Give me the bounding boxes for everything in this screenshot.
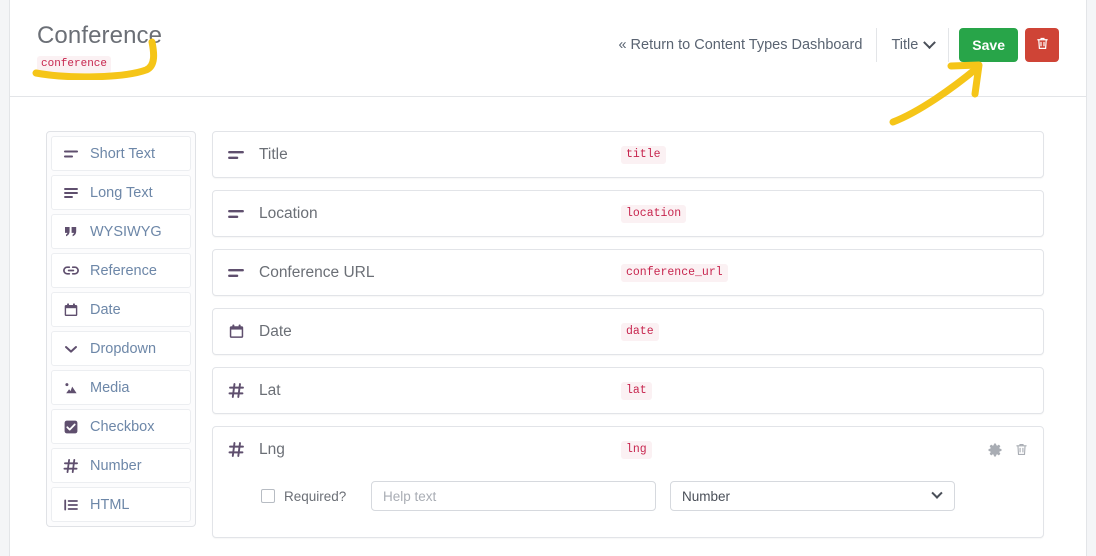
- sidebar-item-label: HTML: [90, 496, 130, 513]
- sidebar-item-label: Short Text: [90, 145, 156, 162]
- field-type-select-value: Number: [682, 488, 731, 504]
- help-text-input[interactable]: [371, 481, 656, 511]
- sidebar-item-label: Number: [90, 457, 142, 474]
- trash-icon[interactable]: [1014, 442, 1029, 457]
- short-text-icon: [227, 205, 245, 223]
- link-icon: [63, 263, 79, 279]
- list-icon: [63, 497, 79, 513]
- calendar-icon: [63, 302, 79, 318]
- calendar-icon: [227, 323, 245, 341]
- hash-icon: [63, 458, 79, 474]
- field-label: Date: [259, 322, 292, 340]
- hash-icon: [227, 382, 245, 400]
- chevron-down-icon: [923, 35, 937, 49]
- required-checkbox-wrap[interactable]: Required?: [227, 489, 371, 504]
- image-icon: [63, 380, 79, 396]
- field-header: Title title: [213, 132, 1043, 177]
- sidebar-item-date[interactable]: Date: [51, 292, 191, 327]
- gear-icon[interactable]: [987, 442, 1003, 458]
- sidebar-item-label: Media: [90, 379, 130, 396]
- field-row-lng[interactable]: Lng lng Required? Help text Number: [212, 426, 1044, 538]
- field-row-title[interactable]: Title title: [212, 131, 1044, 178]
- chevron-down-icon: [931, 487, 943, 499]
- sidebar-item-media[interactable]: Media: [51, 370, 191, 405]
- field-list: Title title Location location Conference…: [212, 131, 1044, 550]
- save-button[interactable]: Save: [959, 28, 1018, 62]
- field-header: Lat lat: [213, 368, 1043, 413]
- sidebar-item-html[interactable]: HTML: [51, 487, 191, 522]
- field-row-location[interactable]: Location location: [212, 190, 1044, 237]
- field-slug-badge: lng: [621, 440, 652, 459]
- sidebar-item-long-text[interactable]: Long Text: [51, 175, 191, 210]
- sidebar-item-label: Checkbox: [90, 418, 155, 435]
- field-label: Lng: [259, 440, 285, 458]
- delete-content-type-button[interactable]: [1025, 28, 1059, 62]
- sidebar-item-reference[interactable]: Reference: [51, 253, 191, 288]
- field-header: Conference URL conference_url: [213, 250, 1043, 295]
- field-label: Lat: [259, 381, 281, 399]
- screenshot-root: Conference conference « Return to Conten…: [0, 0, 1096, 556]
- sidebar-item-short-text[interactable]: Short Text: [51, 136, 191, 171]
- sidebar-item-label: Long Text: [90, 184, 153, 201]
- sidebar-item-dropdown[interactable]: Dropdown: [51, 331, 191, 366]
- sidebar-item-label: WYSIWYG: [90, 223, 162, 240]
- sidebar-item-label: Date: [90, 301, 121, 318]
- field-label: Location: [259, 204, 318, 222]
- field-slug-badge: date: [621, 322, 659, 341]
- short-text-icon: [63, 146, 79, 162]
- hash-icon: [227, 441, 245, 459]
- required-checkbox[interactable]: [261, 489, 275, 503]
- field-type-palette: Short Text Long Text WYSIWYG Reference D…: [46, 131, 196, 527]
- checkbox-icon: [63, 419, 79, 435]
- chevron-down-icon: [63, 341, 79, 357]
- editor-body: Short Text Long Text WYSIWYG Reference D…: [10, 97, 1086, 556]
- sidebar-item-label: Dropdown: [90, 340, 157, 357]
- field-header: Date date: [213, 309, 1043, 354]
- title-field-dropdown-label: Title: [891, 37, 919, 53]
- field-header: Location location: [213, 191, 1043, 236]
- quote-icon: [63, 224, 79, 240]
- page-header: Conference conference « Return to Conten…: [10, 0, 1086, 97]
- field-row-conference-url[interactable]: Conference URL conference_url: [212, 249, 1044, 296]
- field-row-date[interactable]: Date date: [212, 308, 1044, 355]
- required-label: Required?: [284, 488, 347, 504]
- field-row-lat[interactable]: Lat lat: [212, 367, 1044, 414]
- header-divider-2: [948, 28, 950, 62]
- page-title: Conference: [37, 22, 163, 49]
- field-header: Lng lng: [213, 427, 1043, 472]
- return-to-dashboard-link[interactable]: « Return to Content Types Dashboard: [618, 37, 876, 53]
- field-label: Title: [259, 145, 288, 163]
- sidebar-item-label: Reference: [90, 262, 157, 279]
- short-text-icon: [227, 146, 245, 164]
- title-field-dropdown[interactable]: Title: [877, 28, 948, 62]
- field-type-select[interactable]: Number: [670, 481, 955, 511]
- long-text-icon: [63, 185, 79, 201]
- header-actions: « Return to Content Types Dashboard Titl…: [618, 28, 1059, 62]
- field-slug-badge: conference_url: [621, 263, 728, 282]
- field-slug-badge: title: [621, 145, 666, 164]
- sidebar-item-wysiwyg[interactable]: WYSIWYG: [51, 214, 191, 249]
- short-text-icon: [227, 264, 245, 282]
- field-slug-badge: location: [621, 204, 687, 223]
- field-settings-row: Required? Number: [213, 472, 1043, 537]
- header-title-block: Conference conference: [37, 22, 162, 73]
- content-type-slug-badge: conference: [37, 56, 112, 73]
- field-action-icons: [987, 442, 1029, 458]
- trash-icon: [1035, 36, 1050, 54]
- sidebar-item-number[interactable]: Number: [51, 448, 191, 483]
- field-label: Conference URL: [259, 263, 375, 281]
- app-shell: Conference conference « Return to Conten…: [9, 0, 1087, 556]
- sidebar-item-checkbox[interactable]: Checkbox: [51, 409, 191, 444]
- field-slug-badge: lat: [621, 381, 652, 400]
